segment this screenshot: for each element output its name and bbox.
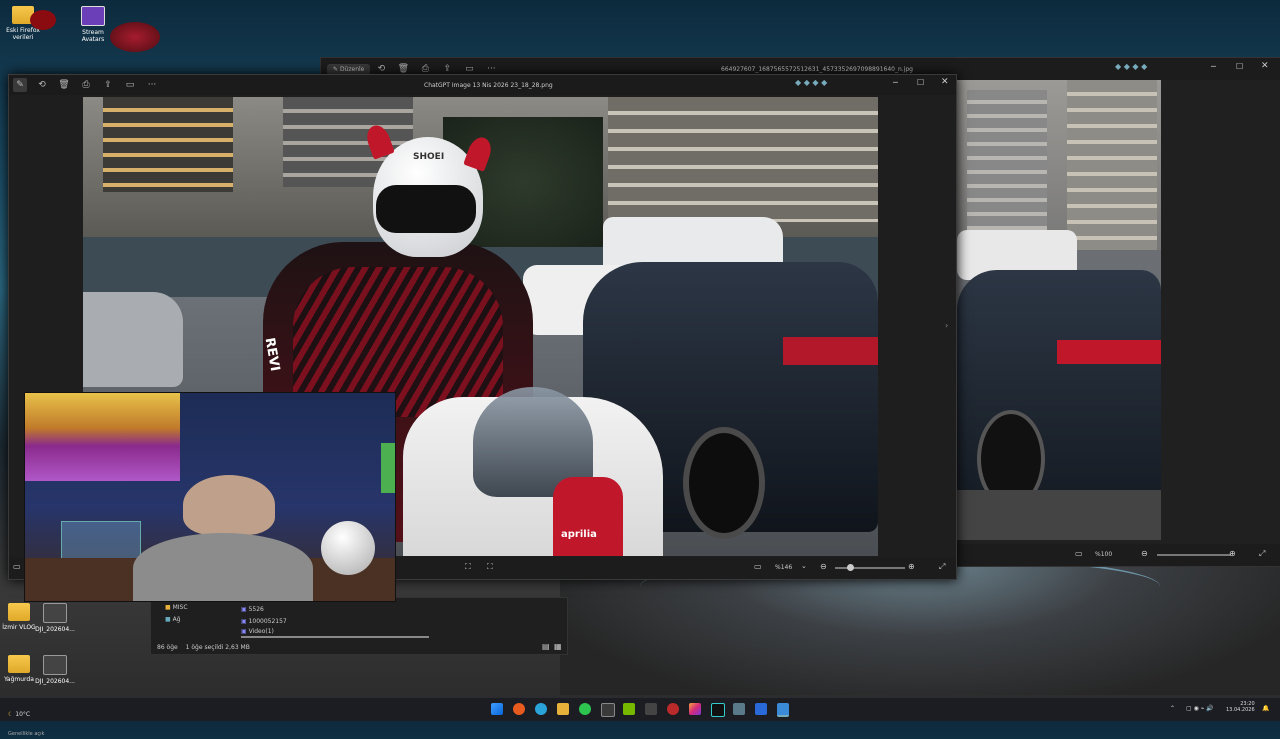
- app-icon[interactable]: [645, 703, 657, 715]
- sidebar-item-network[interactable]: ■ Ağ: [165, 616, 181, 623]
- info-icon[interactable]: ▭: [123, 78, 137, 92]
- sidebar-item-misc[interactable]: ■ MISC: [165, 604, 188, 611]
- app-red-icon[interactable]: [667, 703, 679, 715]
- tiles-view-icon[interactable]: ▦: [554, 642, 562, 651]
- edit-icon[interactable]: ✎: [13, 78, 27, 92]
- app-icon[interactable]: [755, 703, 767, 715]
- zoom-level[interactable]: %100: [1095, 551, 1112, 558]
- window-title: ChatGPT Image 13 Nis 2026 23_18_28.png: [424, 82, 553, 89]
- back-photo: [957, 80, 1161, 540]
- zoom-slider-thumb[interactable]: [847, 564, 854, 571]
- firefox-icon[interactable]: [513, 703, 525, 715]
- list-item[interactable]: ▣ 5526: [241, 606, 264, 613]
- edit-icon: ✎: [333, 65, 340, 73]
- helmet-on-desk: [321, 521, 375, 575]
- folder-icon: ■: [165, 604, 173, 611]
- stream-avatars-icon: [81, 6, 105, 26]
- file-explorer-icon[interactable]: [557, 703, 569, 715]
- video-file-icon: [43, 655, 67, 675]
- bike-brand-text: aprilia: [561, 529, 597, 540]
- zoom-in-icon[interactable]: ⊕: [908, 562, 915, 571]
- zoom-out-icon[interactable]: ⊖: [1141, 549, 1148, 558]
- person-body: [133, 533, 313, 601]
- filmstrip-icon[interactable]: ▭: [13, 562, 21, 571]
- window-title: 664927607_1687565572512631_4573352697098…: [721, 66, 913, 73]
- scrollbar[interactable]: [241, 636, 429, 638]
- delete-icon[interactable]: 🗑: [57, 78, 71, 92]
- notification-icon[interactable]: 🔔: [1262, 705, 1269, 712]
- file-icon: ▣: [241, 606, 249, 613]
- bird-icon: [30, 10, 56, 30]
- person-head: [183, 475, 275, 535]
- file-icon: ▣: [241, 618, 249, 625]
- zoom-in-icon[interactable]: ⊕: [1229, 549, 1236, 558]
- taskbar: ☾ 10°C Genellikle açık ⌃ ▢ ◉ ⌁ 🔊 23:20 1…: [0, 697, 1280, 737]
- maximize-button[interactable]: ☐: [917, 78, 924, 87]
- folder-icon: [8, 655, 30, 673]
- clock[interactable]: 23:20 13.04.2026: [1226, 701, 1255, 713]
- ai-tools-icons[interactable]: ◆ ◆ ◆ ◆: [1115, 62, 1175, 76]
- whatsapp-icon[interactable]: [579, 703, 591, 715]
- desktop-icon-dji-video-2[interactable]: DJI_202604...: [32, 655, 78, 685]
- details-view-icon[interactable]: ▤: [542, 642, 550, 651]
- minimize-button[interactable]: ─: [893, 78, 898, 87]
- maximize-button[interactable]: ☐: [1236, 62, 1243, 71]
- photos-icon[interactable]: [777, 703, 789, 717]
- share-icon[interactable]: ⇪: [101, 78, 115, 92]
- title-bar: ✎ ⟲ 🗑 ⎙ ⇪ ▭ ··· ChatGPT Image 13 Nis 202…: [9, 75, 956, 95]
- close-button[interactable]: ✕: [1261, 61, 1269, 71]
- file-icon: ▣: [241, 628, 249, 635]
- aquarium: [61, 521, 141, 563]
- next-image-arrow[interactable]: ›: [945, 321, 948, 330]
- fit-icon[interactable]: ▭: [1075, 549, 1083, 558]
- wall-tv: [25, 393, 180, 481]
- crop-icon[interactable]: ⛶: [465, 562, 471, 572]
- zoom-slider[interactable]: [1157, 554, 1231, 556]
- tiktok-icon[interactable]: [711, 703, 725, 717]
- red-shape-decoration: [110, 22, 160, 52]
- fit-icon[interactable]: ▭: [754, 562, 762, 571]
- video-file-icon: [43, 603, 67, 623]
- list-item[interactable]: ▣ Video(1): [241, 628, 274, 635]
- print-icon[interactable]: ⎙: [79, 78, 93, 92]
- helmet-brand-text: SHOEI: [413, 152, 445, 162]
- app-icon[interactable]: [733, 703, 745, 715]
- desktop-icon-dji-video-1[interactable]: DJI_202604...: [32, 603, 78, 633]
- tray-icons[interactable]: ▢ ◉ ⌁ 🔊: [1186, 705, 1214, 712]
- green-light: [381, 443, 395, 493]
- folder-icon: [8, 603, 30, 621]
- desktop-icon-red-bird[interactable]: [28, 10, 58, 33]
- zoom-out-icon[interactable]: ⊖: [820, 562, 827, 571]
- webcam-overlay: [24, 392, 396, 602]
- list-item[interactable]: ▣ 1000052157: [241, 618, 287, 625]
- chevron-down-icon[interactable]: ⌄: [801, 562, 807, 570]
- minimize-button[interactable]: ─: [1211, 62, 1216, 71]
- rotate-icon[interactable]: ⟲: [35, 78, 49, 92]
- instagram-icon[interactable]: [689, 703, 701, 715]
- fullscreen-icon[interactable]: ⤢: [939, 562, 945, 572]
- ai-tools-icons[interactable]: ◆ ◆ ◆ ◆: [795, 78, 827, 87]
- file-explorer-window[interactable]: ■ MISC ■ Ağ ▣ 5526 ▣ 1000052157 ▣ Video(…: [150, 597, 568, 655]
- more-icon[interactable]: ···: [145, 78, 159, 92]
- zoom-slider[interactable]: [835, 567, 905, 569]
- edge-icon[interactable]: [535, 703, 547, 715]
- settings-app-icon[interactable]: [601, 703, 615, 717]
- chevron-up-icon[interactable]: ⌃: [1170, 705, 1175, 712]
- network-icon: ■: [165, 616, 173, 623]
- nvidia-icon[interactable]: [623, 703, 635, 715]
- start-icon[interactable]: [491, 703, 503, 715]
- edit-button[interactable]: ✎ Düzenle: [327, 63, 371, 75]
- select-icon[interactable]: ⛶: [487, 562, 493, 572]
- status-bar: 86 öğe 1 öğe seçildi 2,63 MB: [157, 644, 250, 651]
- close-button[interactable]: ✕: [941, 77, 949, 87]
- weather-widget[interactable]: ☾ 10°C Genellikle açık: [8, 701, 44, 739]
- zoom-level[interactable]: %146: [775, 564, 792, 571]
- fullscreen-icon[interactable]: ⤢: [1259, 549, 1265, 559]
